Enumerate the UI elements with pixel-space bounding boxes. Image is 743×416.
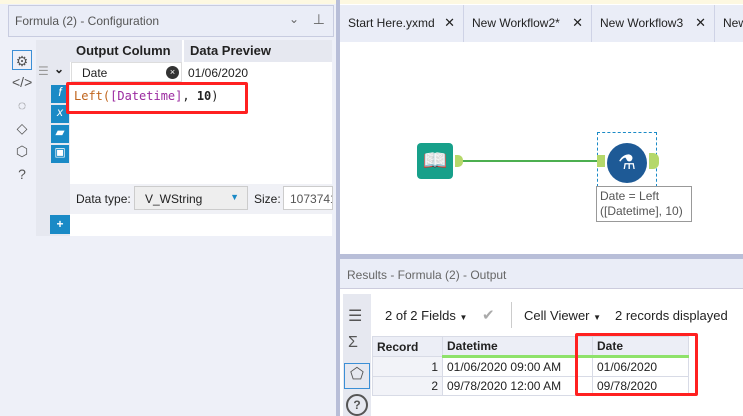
clear-icon[interactable]: × <box>166 66 179 79</box>
settings-icon[interactable]: ⚙ <box>12 50 32 70</box>
cell-viewer-dropdown[interactable]: Cell Viewer ▼ <box>524 308 601 323</box>
tab-new-workflow2[interactable]: New Workflow2* ✕ <box>464 5 592 42</box>
tab-start-here[interactable]: Start Here.yxmd ✕ <box>340 5 464 42</box>
dropdown-arrow-icon: ▼ <box>593 313 602 322</box>
datatype-select[interactable]: V_WString ▼ <box>134 186 248 210</box>
divider <box>511 302 512 328</box>
output-column-input[interactable]: Date × <box>71 62 182 82</box>
tag-icon[interactable]: ◇ <box>12 118 32 138</box>
column-header[interactable]: Record <box>372 336 443 357</box>
help-icon[interactable]: ? <box>346 394 368 416</box>
results-header: Results - Formula (2) - Output <box>340 259 743 289</box>
help-icon[interactable]: ? <box>12 164 32 184</box>
chevron-down-icon[interactable]: ⌄ <box>289 12 299 26</box>
annotation-icon[interactable]: ◌ <box>12 95 32 115</box>
tab-new[interactable]: New <box>715 5 743 42</box>
config-title: Formula (2) - Configuration <box>15 14 160 28</box>
input-anchor[interactable] <box>597 155 605 167</box>
data-preview-header: Data Preview <box>184 40 332 62</box>
output-column-header: Output Column <box>70 40 182 62</box>
table-view-icon[interactable]: ☰ <box>348 306 362 326</box>
fields-dropdown[interactable]: 2 of 2 Fields ▼ <box>385 308 467 323</box>
cube-icon[interactable]: ⬡ <box>12 141 32 161</box>
save-icon[interactable]: ▣ <box>51 145 69 163</box>
highlight-box <box>66 82 248 114</box>
code-icon[interactable]: </> <box>12 72 32 92</box>
tag-view-icon[interactable]: ⬠ <box>344 363 370 389</box>
data-preview-value: 01/06/2020 <box>188 66 249 80</box>
tool-annotation: Date = Left ([Datetime], 10) <box>596 186 692 222</box>
connection-line <box>463 160 597 162</box>
pin-icon[interactable]: ⊥ <box>313 11 325 28</box>
config-header: Formula (2) - Configuration ⌄ ⊥ <box>8 5 334 37</box>
input-tool-icon[interactable]: 📖 <box>417 143 453 179</box>
close-icon[interactable]: ✕ <box>695 15 706 31</box>
dropdown-arrow-icon: ▼ <box>230 192 239 202</box>
tab-new-workflow3[interactable]: New Workflow3 ✕ <box>592 5 715 42</box>
sum-icon[interactable]: Σ <box>348 334 358 352</box>
add-formula-button[interactable]: + <box>50 215 70 234</box>
formula-tool-icon[interactable]: ⚗ <box>607 143 647 183</box>
size-label: Size: <box>254 192 281 206</box>
records-count: 2 records displayed <box>615 308 728 323</box>
drag-handle-icon[interactable]: ☰ <box>38 64 49 78</box>
dropdown-arrow-icon: ▼ <box>459 313 468 322</box>
collapse-chevron-icon[interactable]: ⌄ <box>54 62 64 76</box>
output-anchor[interactable] <box>455 155 463 167</box>
open-folder-icon[interactable]: ▰ <box>51 125 69 143</box>
close-icon[interactable]: ✕ <box>572 15 583 31</box>
column-header[interactable]: Datetime <box>442 336 593 358</box>
datatype-label: Data type: <box>76 192 131 206</box>
size-input[interactable]: 1073741 <box>283 186 333 210</box>
highlight-box <box>575 333 698 396</box>
output-anchor[interactable] <box>649 153 659 169</box>
close-icon[interactable]: ✕ <box>444 15 455 31</box>
check-icon[interactable]: ✔ <box>482 306 495 324</box>
